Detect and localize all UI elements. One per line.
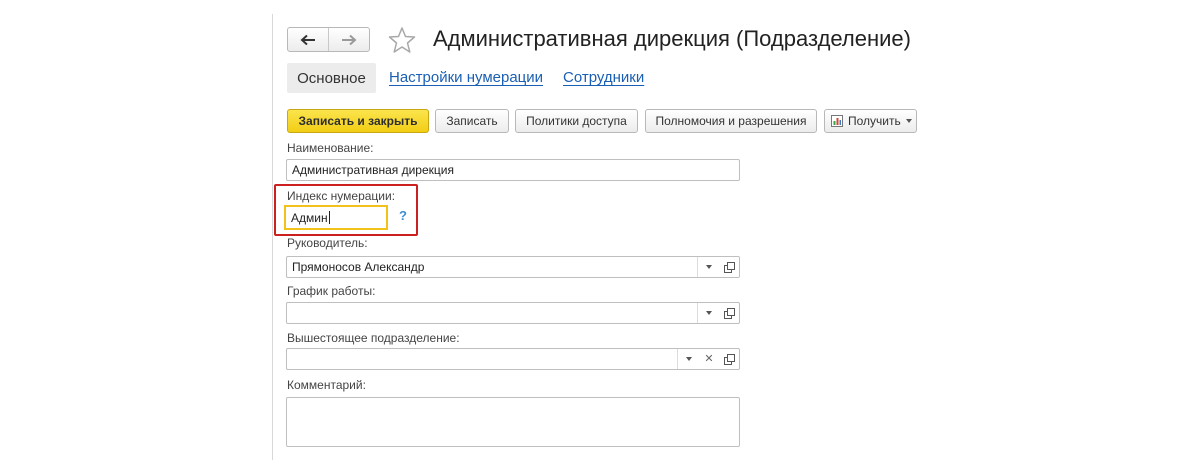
schedule-label: График работы:	[287, 284, 376, 298]
parent-open-button[interactable]	[719, 349, 739, 369]
parent-label: Вышестоящее подразделение:	[287, 331, 460, 345]
parent-field[interactable]: ✕	[286, 348, 740, 370]
tab-main[interactable]: Основное	[287, 63, 376, 93]
schedule-dropdown-button[interactable]	[697, 303, 719, 323]
schedule-field[interactable]	[286, 302, 740, 324]
tab-numbering-settings[interactable]: Настройки нумерации	[389, 69, 543, 86]
save-button[interactable]: Записать	[435, 109, 509, 133]
chevron-down-icon	[685, 357, 692, 361]
navigation-buttons	[287, 27, 370, 52]
index-value: Админ	[291, 210, 328, 225]
left-divider	[272, 14, 273, 460]
name-field[interactable]: Административная дирекция	[286, 159, 740, 181]
page-title: Административная дирекция (Подразделение…	[433, 26, 911, 51]
manager-value: Прямоносов Александр	[292, 260, 425, 274]
access-policies-button[interactable]: Политики доступа	[515, 109, 638, 133]
text-caret	[328, 211, 330, 224]
chevron-down-icon	[705, 311, 712, 315]
schedule-open-button[interactable]	[719, 303, 739, 323]
index-label: Индекс нумерации:	[287, 189, 396, 203]
get-dropdown-button[interactable]: Получить	[824, 109, 917, 133]
tab-employees[interactable]: Сотрудники	[563, 69, 644, 86]
open-item-icon	[723, 353, 735, 365]
parent-clear-button[interactable]: ✕	[699, 349, 719, 369]
clear-icon: ✕	[704, 352, 714, 365]
star-icon[interactable]	[388, 26, 416, 54]
help-icon[interactable]: ?	[399, 208, 407, 223]
back-button[interactable]	[288, 28, 328, 51]
name-value: Административная дирекция	[292, 163, 454, 177]
permissions-button[interactable]: Полномочия и разрешения	[645, 109, 817, 133]
chevron-down-icon	[905, 119, 912, 123]
parent-dropdown-button[interactable]	[677, 349, 699, 369]
manager-label: Руководитель:	[287, 236, 368, 250]
manager-open-button[interactable]	[719, 257, 739, 277]
chevron-down-icon	[705, 265, 712, 269]
arrow-right-icon	[342, 34, 357, 45]
open-item-icon	[723, 307, 735, 319]
arrow-left-icon	[300, 34, 315, 45]
forward-button[interactable]	[328, 28, 369, 51]
save-and-close-button[interactable]: Записать и закрыть	[287, 109, 429, 133]
comment-textarea[interactable]	[286, 397, 740, 447]
comment-label: Комментарий:	[287, 378, 366, 392]
get-button-label: Получить	[848, 114, 901, 128]
report-icon	[831, 115, 843, 127]
manager-dropdown-button[interactable]	[697, 257, 719, 277]
index-input[interactable]: Админ	[284, 205, 388, 230]
name-label: Наименование:	[287, 141, 374, 155]
open-item-icon	[723, 261, 735, 273]
manager-field[interactable]: Прямоносов Александр	[286, 256, 740, 278]
